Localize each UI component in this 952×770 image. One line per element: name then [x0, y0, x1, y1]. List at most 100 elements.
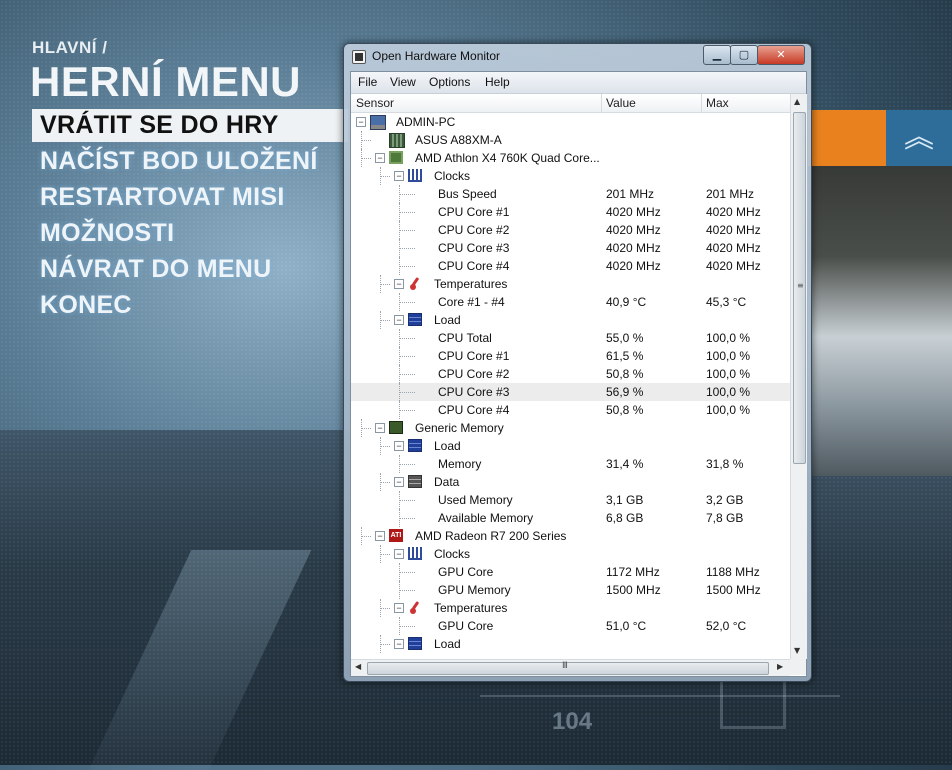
tree-guide-line	[399, 590, 415, 591]
column-value[interactable]: Value	[606, 96, 636, 110]
tree-row[interactable]: − Temperatures	[351, 275, 790, 293]
sensor-max: 100,0 %	[706, 403, 751, 417]
collapse-toggle[interactable]: −	[394, 279, 404, 289]
sensor-value: 6,8 GB	[606, 511, 644, 525]
tree-row[interactable]: − Data	[351, 473, 790, 491]
sensor-max: 100,0 %	[706, 367, 751, 381]
scroll-right-icon[interactable]: ▶	[777, 662, 783, 671]
tree-guide-line	[399, 194, 415, 195]
collapse-toggle[interactable]: −	[394, 603, 404, 613]
tree-row[interactable]: Used Memory 3,1 GB 3,2 GB	[351, 491, 790, 509]
tree-row[interactable]: Memory 31,4 % 31,8 %	[351, 455, 790, 473]
tree-guide-line	[399, 518, 415, 519]
collapse-toggle[interactable]: −	[375, 531, 385, 541]
tree-guide-line	[399, 248, 415, 249]
collapse-toggle[interactable]: −	[356, 117, 366, 127]
menu-item-load-checkpoint[interactable]: NAČÍST BOD ULOŽENÍ	[32, 145, 326, 178]
scroll-left-icon[interactable]: ◀	[355, 662, 361, 671]
tree-row[interactable]: Bus Speed 201 MHz 201 MHz	[351, 185, 790, 203]
data-icon	[408, 475, 422, 488]
menu-item-quit[interactable]: KONEC	[32, 289, 140, 322]
collapse-toggle[interactable]: −	[375, 423, 385, 433]
tree-row[interactable]: CPU Core #2 4020 MHz 4020 MHz	[351, 221, 790, 239]
minimize-button[interactable]: ▁	[703, 45, 731, 65]
tree-row[interactable]: − ATI AMD Radeon R7 200 Series	[351, 527, 790, 545]
gpu-icon: ATI	[389, 529, 403, 542]
tree-row[interactable]: CPU Core #3 4020 MHz 4020 MHz	[351, 239, 790, 257]
tree-row[interactable]: ASUS A88XM-A	[351, 131, 790, 149]
tree-row[interactable]: CPU Core #4 50,8 % 100,0 %	[351, 401, 790, 419]
scroll-down-icon[interactable]: ▼	[794, 646, 800, 655]
tree-row[interactable]: CPU Core #4 4020 MHz 4020 MHz	[351, 257, 790, 275]
tree-row[interactable]: − Load	[351, 635, 790, 653]
menu-item-main-menu[interactable]: NÁVRAT DO MENU	[32, 253, 280, 286]
close-button[interactable]: ✕	[757, 45, 805, 65]
tree-row[interactable]: − Load	[351, 437, 790, 455]
menu-bar: File View Options Help	[351, 72, 806, 94]
tree-row[interactable]: Available Memory 6,8 GB 7,8 GB	[351, 509, 790, 527]
tree-row[interactable]: CPU Core #1 4020 MHz 4020 MHz	[351, 203, 790, 221]
sensor-max: 100,0 %	[706, 349, 751, 363]
collapse-toggle[interactable]: −	[375, 153, 385, 163]
column-max[interactable]: Max	[706, 96, 729, 110]
tree-row[interactable]: − Generic Memory	[351, 419, 790, 437]
load-icon	[408, 313, 422, 326]
sensor-value: 4020 MHz	[606, 241, 661, 255]
column-divider[interactable]	[701, 94, 702, 112]
collapse-toggle[interactable]: −	[394, 477, 404, 487]
menu-view[interactable]: View	[390, 75, 416, 89]
vertical-scrollbar[interactable]: ▲ ≡ ▼	[790, 94, 807, 659]
tree-row[interactable]: − Temperatures	[351, 599, 790, 617]
tree-guide-line	[399, 581, 400, 599]
tree-row[interactable]: CPU Core #1 61,5 % 100,0 %	[351, 347, 790, 365]
collapse-toggle[interactable]: −	[394, 171, 404, 181]
window-title: Open Hardware Monitor	[372, 49, 501, 63]
tree-row[interactable]: GPU Core 1172 MHz 1188 MHz	[351, 563, 790, 581]
tree-guide-line	[399, 464, 415, 465]
tree-row[interactable]: − ADMIN-PC	[351, 113, 790, 131]
horizontal-scrollbar[interactable]: ◀ III ▶	[351, 659, 790, 676]
collapse-toggle[interactable]: −	[394, 549, 404, 559]
tree-row[interactable]: CPU Core #3 56,9 % 100,0 %	[351, 383, 790, 401]
tree-row[interactable]: − Clocks	[351, 545, 790, 563]
scroll-up-icon[interactable]: ▲	[794, 97, 800, 106]
sensor-max: 4020 MHz	[706, 205, 761, 219]
sensor-label: GPU Core	[438, 619, 494, 633]
collapse-toggle[interactable]: −	[394, 441, 404, 451]
vertical-scroll-thumb[interactable]: ≡	[793, 112, 806, 464]
sensor-max: 100,0 %	[706, 385, 751, 399]
menu-item-resume[interactable]: VRÁTIT SE DO HRY	[32, 109, 348, 142]
column-sensor[interactable]: Sensor	[356, 96, 394, 110]
sensor-max: 52,0 °C	[706, 619, 747, 633]
column-divider[interactable]	[601, 94, 602, 112]
clock-icon	[408, 547, 422, 560]
tree-row[interactable]: CPU Core #2 50,8 % 100,0 %	[351, 365, 790, 383]
tree-row[interactable]: Core #1 - #4 40,9 °C 45,3 °C	[351, 293, 790, 311]
menu-title: HERNÍ MENU	[30, 58, 302, 105]
horizontal-scroll-thumb[interactable]: III	[367, 661, 769, 675]
tree-row[interactable]: − AMD Athlon X4 760K Quad Core...	[351, 149, 790, 167]
tree-guide-line	[380, 554, 390, 555]
sensor-max: 4020 MHz	[706, 223, 761, 237]
tree-row[interactable]: − Clocks	[351, 167, 790, 185]
tree-guide-line	[399, 509, 400, 527]
title-bar[interactable]: Open Hardware Monitor ▁ ▢ ✕	[344, 44, 811, 70]
memory-icon	[389, 421, 403, 434]
menu-help[interactable]: Help	[485, 75, 510, 89]
sensor-label: ASUS A88XM-A	[415, 133, 502, 147]
tree-row[interactable]: GPU Core 51,0 °C 52,0 °C	[351, 617, 790, 635]
hud-box	[720, 680, 786, 729]
tree-row[interactable]: CPU Total 55,0 % 100,0 %	[351, 329, 790, 347]
menu-file[interactable]: File	[358, 75, 377, 89]
sensor-value: 31,4 %	[606, 457, 644, 471]
sensor-max: 3,2 GB	[706, 493, 744, 507]
menu-item-options[interactable]: MOŽNOSTI	[32, 217, 182, 250]
menu-item-restart-mission[interactable]: RESTARTOVAT MISI	[32, 181, 293, 214]
tree-row[interactable]: − Load	[351, 311, 790, 329]
hud-line	[480, 695, 840, 697]
tree-row[interactable]: GPU Memory 1500 MHz 1500 MHz	[351, 581, 790, 599]
maximize-button[interactable]: ▢	[730, 45, 758, 65]
menu-options[interactable]: Options	[429, 75, 470, 89]
collapse-toggle[interactable]: −	[394, 315, 404, 325]
collapse-toggle[interactable]: −	[394, 639, 404, 649]
